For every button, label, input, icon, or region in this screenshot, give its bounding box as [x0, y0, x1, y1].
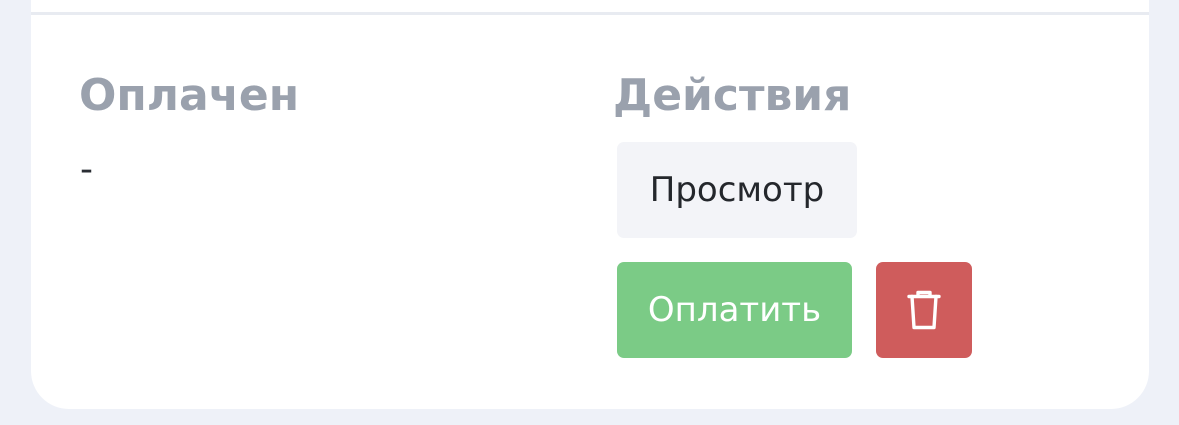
paid-column-label: Оплачен [79, 70, 300, 121]
view-button[interactable]: Просмотр [617, 142, 857, 238]
trash-icon [907, 289, 941, 331]
row-divider [31, 12, 1149, 15]
order-card: Оплачен - Действия Просмотр Оплатить [31, 0, 1149, 409]
pay-button[interactable]: Оплатить [617, 262, 852, 358]
delete-button[interactable] [876, 262, 972, 358]
actions-column-label: Действия [613, 70, 852, 121]
paid-value: - [80, 149, 93, 190]
